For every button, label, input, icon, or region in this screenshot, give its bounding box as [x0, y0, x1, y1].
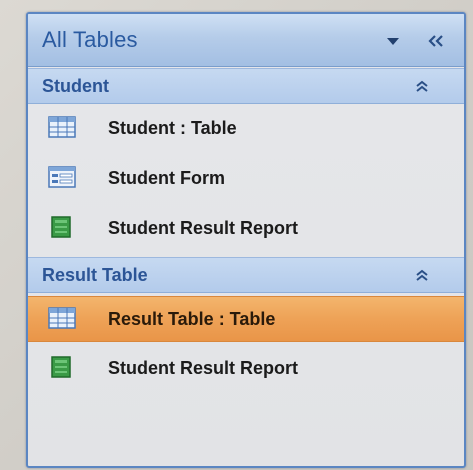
nav-item-label: Student : Table — [108, 118, 237, 138]
nav-item-student-result-report[interactable]: Student Result Report — [28, 206, 464, 250]
chevron-down-icon[interactable] — [382, 30, 404, 52]
group-label: Result Table — [42, 265, 148, 285]
group-header-student[interactable]: Student — [28, 68, 464, 104]
form-icon — [48, 166, 76, 188]
nav-item-label: Student Result Report — [108, 218, 299, 238]
shutter-bar-close-icon[interactable] — [422, 30, 450, 52]
navigation-pane: All Tables Student Student: Table Stude… — [26, 12, 466, 468]
report-icon — [48, 216, 76, 238]
nav-item-label: Result Table : Table — [108, 309, 276, 329]
nav-item-result-table[interactable]: Result Table : Table — [28, 296, 464, 342]
collapse-group-icon[interactable] — [412, 266, 432, 284]
table-icon — [48, 307, 76, 329]
nav-item-label: Student Form — [108, 168, 225, 188]
group-label: Student — [42, 76, 109, 96]
nav-item-student-result-report-2[interactable]: Student Result Report — [28, 346, 464, 390]
nav-item-student-table[interactable]: Student : Table — [28, 106, 464, 150]
collapse-group-icon[interactable] — [412, 77, 432, 95]
navigation-pane-title: All Tables — [42, 27, 138, 52]
nav-item-label: Student Result Report — [108, 358, 299, 378]
table-icon — [48, 116, 76, 138]
navigation-pane-header[interactable]: All Tables — [28, 14, 464, 67]
nav-item-student-form[interactable]: Student Form — [28, 156, 464, 200]
group-header-result-table[interactable]: Result Table — [28, 257, 464, 293]
report-icon — [48, 356, 76, 378]
